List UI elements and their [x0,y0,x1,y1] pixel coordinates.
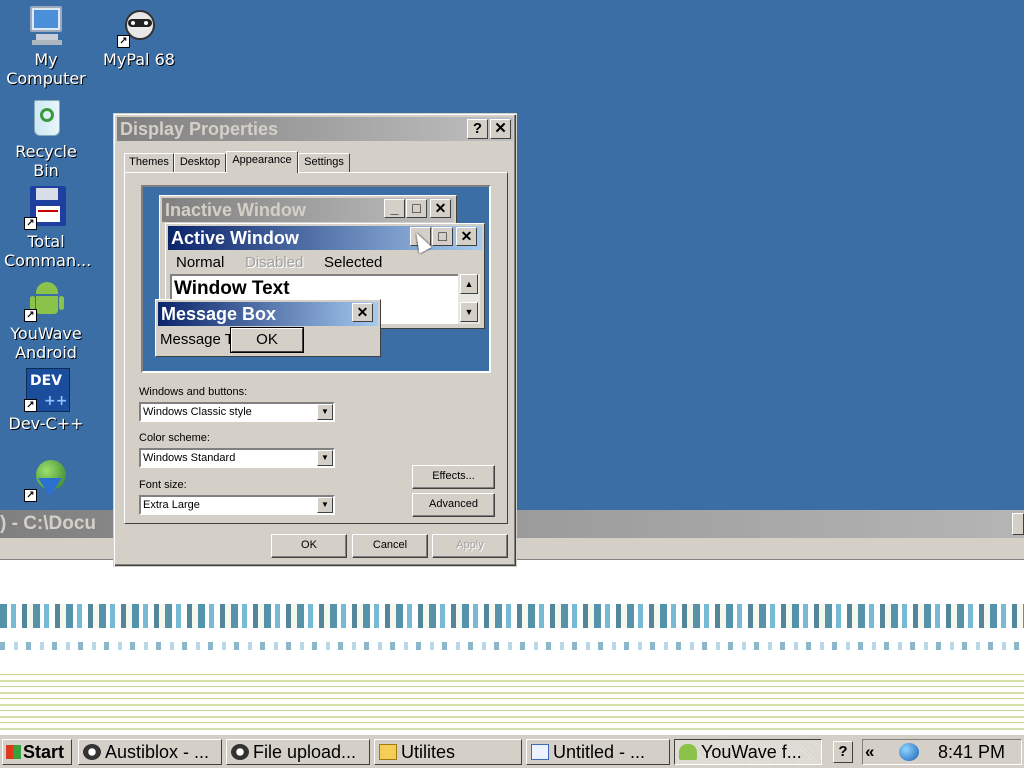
taskbar: Start Austiblox - ... File upload... Uti… [0,734,1024,768]
preview-menu-normal: Normal [176,254,225,271]
font-size-value: Extra Large [143,499,200,511]
shortcut-arrow-icon: ↗ [24,489,37,502]
system-tray: « 8:41 PM [862,739,1022,765]
minimize-icon: _ [384,199,405,218]
maximize-icon: □ [406,199,427,218]
desktop-icon-label: Dev-C++ [8,414,84,433]
close-button[interactable]: ✕ [490,119,511,139]
clock[interactable]: 8:41 PM [938,740,1005,764]
desktop-icon-label: Recycle Bin [15,142,77,180]
render-artifact [0,604,1024,628]
taskbar-item-austiblox[interactable]: Austiblox - ... [78,739,222,765]
scroll-down-icon: ▼ [460,302,478,322]
windows-and-buttons-label: Windows and buttons: [139,386,248,398]
desktop-icon-my-computer[interactable]: My Computer [4,4,88,88]
android-icon: ↗ [24,278,68,322]
tab-themes[interactable]: Themes [124,153,174,172]
close-icon: ✕ [456,227,477,246]
network-globe-icon[interactable] [899,743,919,761]
apply-button[interactable]: Apply [432,534,508,558]
taskbar-item-file-upload[interactable]: File upload... [226,739,370,765]
desktop-icon-label: Total Comman... [4,232,92,270]
taskbar-item-youwave[interactable]: YouWave f... [674,739,822,765]
shortcut-arrow-icon: ↗ [24,399,37,412]
shortcut-arrow-icon: ↗ [24,217,37,230]
recycle-bin-icon [24,96,68,140]
taskbar-help-button[interactable]: ? [833,741,853,763]
desktop-icon-mypal[interactable]: ↗ MyPal 68 [97,4,181,69]
shortcut-arrow-icon: ↗ [117,35,130,48]
raccoon-icon [231,744,249,760]
devcpp-icon: DEV ++ ↗ [24,368,70,412]
taskbar-item-label: Austiblox - ... [105,742,210,762]
dialog-titlebar[interactable]: Display Properties ? ✕ [117,117,513,141]
desktop-icon-recycle-bin[interactable]: Recycle Bin [4,96,88,180]
chevron-down-icon[interactable]: ▼ [317,404,333,420]
cancel-button[interactable]: Cancel [352,534,428,558]
tab-settings[interactable]: Settings [298,153,350,172]
floppy-disk-icon: ↗ [24,186,68,230]
tray-expand-icon[interactable]: « [865,740,874,764]
desktop-icon-total-commander[interactable]: ↗ Total Comman... [4,186,92,270]
appearance-preview[interactable]: Inactive Window _ □ ✕ Active Window _ □ … [141,185,491,373]
android-icon [679,744,697,760]
start-label: Start [23,742,65,762]
font-size-select[interactable]: Extra Large ▼ [139,495,335,515]
preview-message-text: Message Text [160,331,230,348]
display-properties-dialog[interactable]: Display Properties ? ✕ Themes Desktop Ap… [113,113,517,567]
preview-menu-selected: Selected [324,254,383,271]
appearance-panel: Inactive Window _ □ ✕ Active Window _ □ … [124,172,508,524]
windows-and-buttons-select[interactable]: Windows Classic style ▼ [139,402,335,422]
taskbar-item-label: YouWave f... [701,742,802,762]
windows-and-buttons-value: Windows Classic style [143,406,252,418]
notepad-icon [531,744,549,760]
close-icon: ✕ [352,303,373,322]
shortcut-arrow-icon: ↗ [24,309,37,322]
dialog-title: Display Properties [120,119,279,139]
color-scheme-value: Windows Standard [143,452,236,464]
scroll-up-icon: ▲ [460,274,478,294]
background-window-button[interactable] [1012,513,1024,535]
taskbar-item-label: Utilites [401,742,456,762]
desktop-icon-internet-download[interactable]: ↗ [4,458,88,504]
maximize-icon: □ [432,227,453,246]
font-size-label: Font size: [139,479,187,491]
windows-logo-icon [6,745,21,759]
desktop-icon-label: My Computer [6,50,86,88]
internet-download-icon: ↗ [24,458,68,502]
chevron-down-icon[interactable]: ▼ [317,497,333,513]
color-scheme-select[interactable]: Windows Standard ▼ [139,448,335,468]
tab-desktop[interactable]: Desktop [174,153,226,172]
effects-button[interactable]: Effects... [412,465,495,489]
preview-scrollbar: ▲ ▼ [458,274,480,324]
taskbar-item-utilites[interactable]: Utilites [374,739,522,765]
raccoon-icon [83,744,101,760]
background-window-title: ) - C:\Docu [0,513,97,534]
taskbar-item-label: Untitled - ... [553,742,646,762]
close-icon: ✕ [430,199,451,218]
preview-ok-button: OK [231,328,303,352]
desktop-icon-label: YouWave Android [10,324,82,362]
my-computer-icon [24,4,68,48]
folder-icon [379,744,397,760]
render-artifact [0,670,1024,730]
tab-appearance[interactable]: Appearance [226,151,298,173]
desktop-icon-youwave[interactable]: ↗ YouWave Android [4,278,88,362]
taskbar-item-untitled[interactable]: Untitled - ... [526,739,670,765]
advanced-button[interactable]: Advanced [412,493,495,517]
help-button[interactable]: ? [467,119,488,139]
preview-message-box: Message Box ✕ Message Text OK [155,299,381,357]
color-scheme-label: Color scheme: [139,432,210,444]
desktop-icon-label: MyPal 68 [103,50,175,69]
preview-menu-disabled: Disabled [245,254,304,271]
ok-button[interactable]: OK [271,534,347,558]
desktop-icon-devcpp[interactable]: DEV ++ ↗ Dev-C++ [4,368,88,433]
render-artifact [0,642,1024,650]
start-button[interactable]: Start [2,739,72,765]
preview-message-box-title: Message Box [158,302,378,326]
chevron-down-icon[interactable]: ▼ [317,450,333,466]
mypal-raccoon-icon: ↗ [117,4,161,48]
taskbar-item-label: File upload... [253,742,357,762]
